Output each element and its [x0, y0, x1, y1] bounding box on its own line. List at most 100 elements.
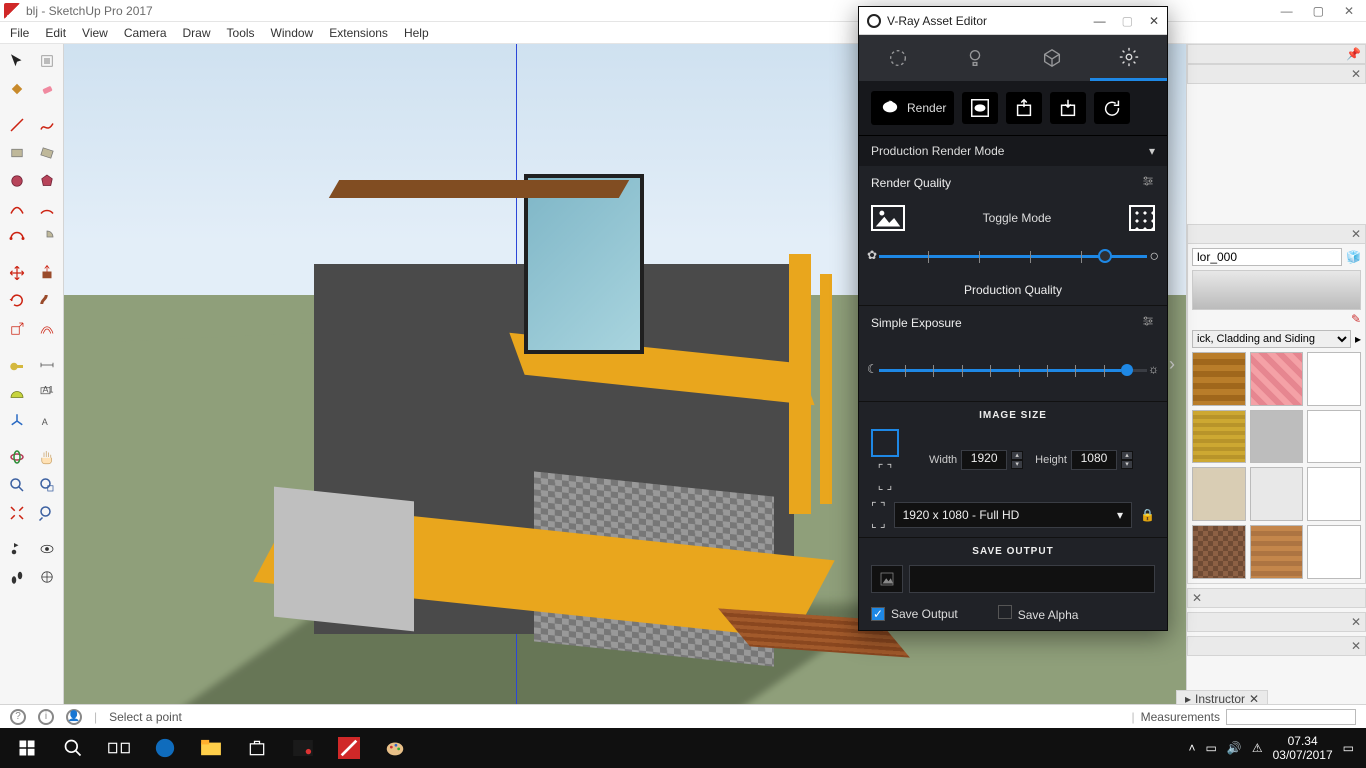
three-point-arc-tool[interactable]	[4, 224, 30, 250]
width-spin-down[interactable]: ▾	[1011, 460, 1023, 469]
material-thumb[interactable]	[1250, 352, 1304, 406]
menu-window[interactable]: Window	[271, 26, 314, 40]
material-thumb[interactable]	[1307, 410, 1361, 464]
advanced-settings-icon[interactable]	[1141, 174, 1155, 191]
make-component-tool[interactable]	[34, 48, 60, 74]
store-taskbar-icon[interactable]	[234, 728, 280, 768]
sketchup-taskbar-icon[interactable]	[326, 728, 372, 768]
walk-tool[interactable]	[4, 564, 30, 590]
material-thumb[interactable]	[1192, 352, 1246, 406]
quality-slider-knob[interactable]	[1098, 249, 1112, 263]
vray-minimize-button[interactable]: —	[1094, 14, 1106, 28]
push-pull-tool[interactable]	[34, 260, 60, 286]
panel-close-1[interactable]: ✕	[1187, 64, 1366, 84]
material-thumb[interactable]	[1307, 352, 1361, 406]
position-camera-tool[interactable]	[4, 536, 30, 562]
zoom-extents-tool[interactable]	[4, 500, 30, 526]
material-thumb[interactable]	[1192, 410, 1246, 464]
category-menu-icon[interactable]: ▸	[1355, 332, 1361, 346]
close-icon[interactable]: ✕	[1351, 615, 1361, 629]
lock-aspect-icon[interactable]: 🔒	[1140, 508, 1155, 522]
paint-bucket-tool[interactable]	[4, 76, 30, 102]
interactive-render-button[interactable]	[962, 92, 998, 124]
axes-tool[interactable]	[4, 408, 30, 434]
close-icon[interactable]: ✕	[1351, 639, 1361, 653]
select-tool[interactable]	[4, 48, 30, 74]
wifi-icon[interactable]: ⚠	[1252, 741, 1263, 755]
battery-icon[interactable]: ▭	[1206, 741, 1217, 755]
notifications-icon[interactable]: ▭	[1343, 741, 1354, 755]
rectangle-tool[interactable]	[4, 140, 30, 166]
material-thumb[interactable]	[1250, 525, 1304, 579]
vray-maximize-button[interactable]: ▢	[1122, 14, 1133, 28]
width-spin-up[interactable]: ▴	[1011, 451, 1023, 460]
tray-pin-header[interactable]: 📌	[1187, 44, 1366, 64]
measurements-input[interactable]	[1226, 709, 1356, 725]
eyedropper-icon[interactable]: ✎	[1351, 312, 1361, 326]
material-thumb[interactable]	[1307, 467, 1361, 521]
width-input[interactable]: 1920	[961, 450, 1007, 470]
panel-close-3[interactable]: ✕	[1187, 588, 1366, 608]
safe-frame-icon[interactable]: ⌜ ⌝⌞ ⌟	[878, 463, 893, 491]
panel-close-4[interactable]: ✕	[1187, 612, 1366, 632]
dimension-tool[interactable]	[34, 352, 60, 378]
safe-frame-icon-2[interactable]: ⌜ ⌝⌞ ⌟	[871, 501, 886, 529]
height-spin-up[interactable]: ▴	[1121, 451, 1133, 460]
user-icon[interactable]: 👤	[66, 709, 82, 725]
tray-chevron-up-icon[interactable]: ˄	[1189, 741, 1196, 755]
aspect-ratio-icon[interactable]	[871, 429, 899, 457]
zoom-tool[interactable]	[4, 472, 30, 498]
maximize-button[interactable]: ▢	[1313, 4, 1324, 18]
quality-slider[interactable]: ✿ ○	[871, 245, 1155, 279]
vray-tab-geometry[interactable]	[1013, 35, 1090, 81]
menu-view[interactable]: View	[82, 26, 108, 40]
material-thumb[interactable]	[1250, 467, 1304, 521]
browse-output-button[interactable]	[871, 565, 903, 593]
height-input[interactable]: 1080	[1071, 450, 1117, 470]
taskbar-clock[interactable]: 07.34 03/07/2017	[1273, 734, 1333, 763]
expand-panel-icon[interactable]: ›	[1169, 354, 1175, 375]
help-icon[interactable]: ?	[10, 709, 26, 725]
scale-tool[interactable]	[4, 316, 30, 342]
close-icon[interactable]: ✕	[1192, 591, 1202, 605]
zoom-window-tool[interactable]	[34, 472, 60, 498]
vray-tab-materials[interactable]	[859, 35, 936, 81]
save-output-checkbox[interactable]: ✓Save Output	[871, 607, 958, 621]
move-tool[interactable]	[4, 260, 30, 286]
menu-help[interactable]: Help	[404, 26, 429, 40]
create-material-icon[interactable]: 🧊	[1346, 250, 1361, 264]
render-mode-dropdown[interactable]: Production Render Mode ▾	[859, 136, 1167, 166]
minimize-button[interactable]: —	[1281, 4, 1293, 18]
follow-me-tool[interactable]	[34, 288, 60, 314]
reset-button[interactable]	[1094, 92, 1130, 124]
menu-draw[interactable]: Draw	[183, 26, 211, 40]
volume-icon[interactable]: 🔊	[1227, 741, 1242, 755]
rotated-rectangle-tool[interactable]	[34, 140, 60, 166]
recording-taskbar-icon[interactable]	[280, 728, 326, 768]
save-alpha-checkbox[interactable]: Save Alpha	[998, 605, 1079, 622]
info-icon[interactable]: i	[38, 709, 54, 725]
text-tool[interactable]: A1	[34, 380, 60, 406]
material-category-select[interactable]: ick, Cladding and Siding	[1192, 330, 1351, 348]
render-button[interactable]: Render	[871, 91, 954, 125]
eraser-tool[interactable]	[34, 76, 60, 102]
polygon-tool[interactable]	[34, 168, 60, 194]
rotate-tool[interactable]	[4, 288, 30, 314]
two-point-arc-tool[interactable]	[34, 196, 60, 222]
advanced-settings-icon[interactable]	[1141, 314, 1155, 331]
menu-camera[interactable]: Camera	[124, 26, 167, 40]
pin-icon[interactable]: 📌	[1346, 47, 1361, 61]
panel-close-2[interactable]: ✕	[1187, 224, 1366, 244]
3d-text-tool[interactable]: A	[34, 408, 60, 434]
vray-close-button[interactable]: ✕	[1149, 14, 1159, 28]
previous-view-tool[interactable]	[34, 500, 60, 526]
material-thumb[interactable]	[1307, 525, 1361, 579]
material-thumb[interactable]	[1250, 410, 1304, 464]
menu-edit[interactable]: Edit	[45, 26, 66, 40]
close-button[interactable]: ✕	[1344, 4, 1354, 18]
menu-extensions[interactable]: Extensions	[329, 26, 388, 40]
task-view-button[interactable]	[96, 728, 142, 768]
search-button[interactable]	[50, 728, 96, 768]
arc-tool[interactable]	[4, 196, 30, 222]
pie-tool[interactable]	[34, 224, 60, 250]
